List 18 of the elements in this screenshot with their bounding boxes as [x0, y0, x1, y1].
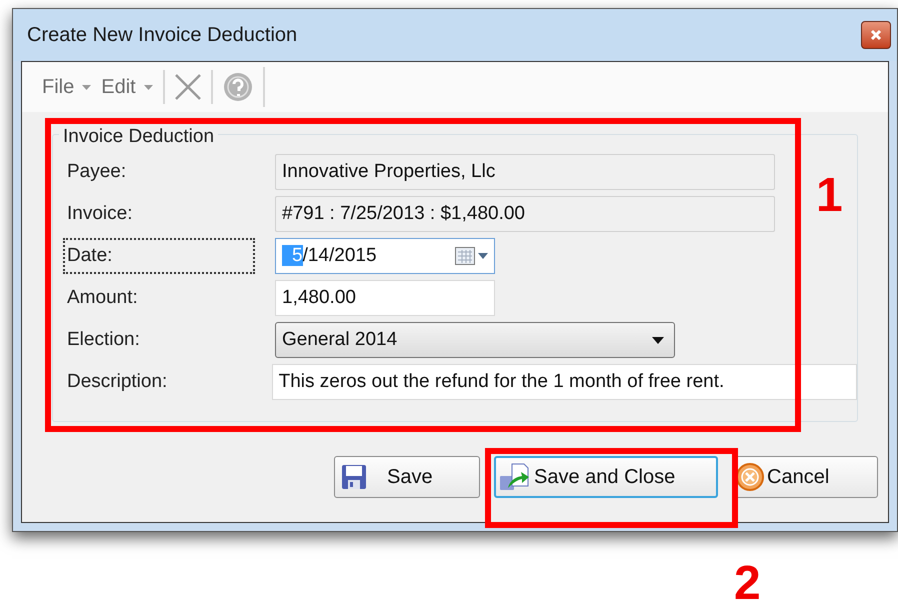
election-dropdown[interactable]: General 2014: [275, 322, 675, 358]
window-title: Create New Invoice Deduction: [27, 23, 298, 48]
menu-button[interactable]: File: [42, 70, 92, 104]
field-label: Date:: [63, 238, 255, 274]
description-field[interactable]: This zeros out the refund for the 1 month of free rent.: [272, 364, 857, 400]
amount-field[interactable]: 1,480.00: [275, 280, 495, 316]
readonly-field[interactable]: Innovative Properties, Llc: [275, 154, 775, 190]
save-and-close-button[interactable]: Save and Close: [494, 456, 718, 498]
field-label: Description:: [66, 370, 168, 394]
field-label: Election:: [66, 328, 141, 352]
callout-number: 2: [734, 556, 761, 601]
save-button[interactable]: Save: [334, 456, 480, 498]
field-label: Amount:: [66, 286, 139, 310]
menu-button[interactable]: Edit: [101, 70, 153, 104]
field-label: Invoice:: [66, 202, 134, 226]
callout-number: 1: [816, 168, 843, 224]
field-label: Payee:: [66, 160, 128, 184]
readonly-field[interactable]: #791 : 7/25/2013 : $1,480.00: [275, 196, 775, 232]
